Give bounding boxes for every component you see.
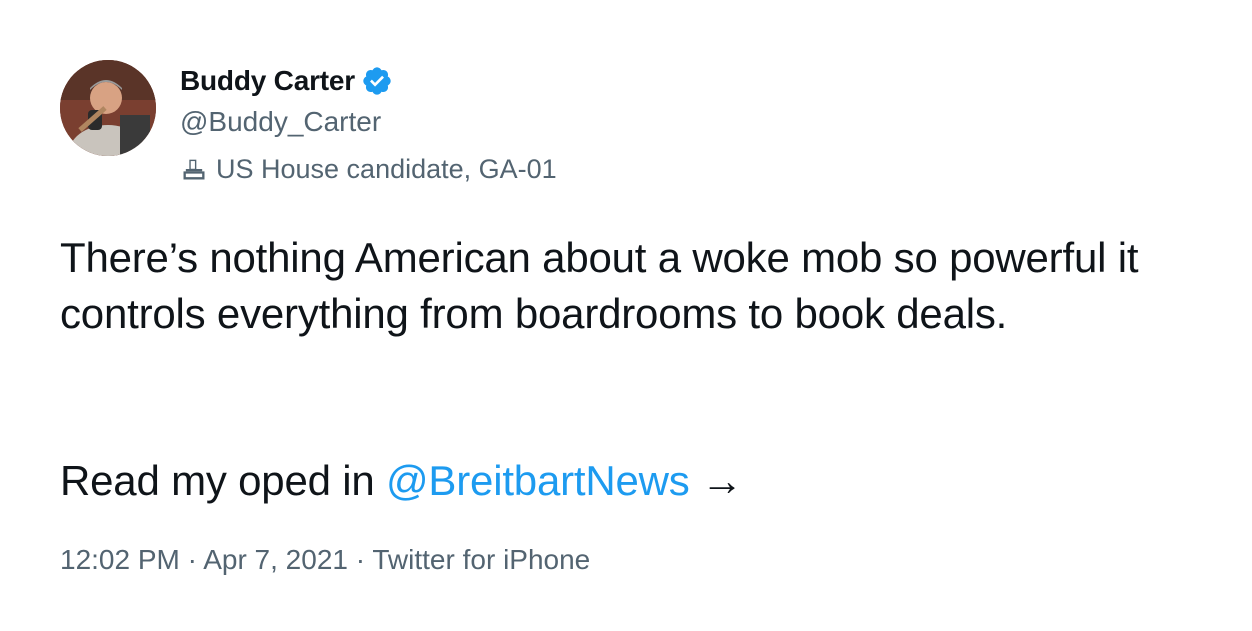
arrow-text: →	[689, 457, 743, 504]
avatar-photo-icon	[60, 60, 156, 156]
affiliation-label: US House candidate, GA-01	[180, 151, 557, 187]
tweet-card: Buddy Carter @Buddy_Carter US House cand…	[0, 0, 1252, 631]
tweet-time[interactable]: 12:02 PM	[60, 544, 180, 575]
mention-link[interactable]: @BreitbartNews	[386, 457, 690, 504]
affiliation-label-text[interactable]: US House candidate, GA-01	[216, 154, 557, 185]
tweet-header: Buddy Carter @Buddy_Carter US House cand…	[180, 62, 557, 187]
ballot-box-icon	[180, 155, 208, 183]
meta-separator: ·	[179, 544, 204, 575]
tweet-date[interactable]: Apr 7, 2021	[203, 544, 348, 575]
user-handle[interactable]: @Buddy_Carter	[180, 103, 557, 141]
name-row: Buddy Carter	[180, 62, 557, 100]
tweet-metadata: 12:02 PM · Apr 7, 2021 · Twitter for iPh…	[60, 540, 590, 580]
tweet-text: There’s nothing American about a woke mo…	[60, 234, 1139, 337]
tweet-read-line: Read my oped in @BreitbartNews →	[60, 453, 743, 509]
meta-separator: ·	[347, 544, 373, 575]
tweet-source[interactable]: Twitter for iPhone	[372, 544, 590, 575]
display-name[interactable]: Buddy Carter	[180, 65, 355, 97]
avatar[interactable]	[60, 60, 156, 156]
verified-badge-icon	[361, 65, 393, 97]
read-prefix-text: Read my oped in	[60, 457, 386, 504]
